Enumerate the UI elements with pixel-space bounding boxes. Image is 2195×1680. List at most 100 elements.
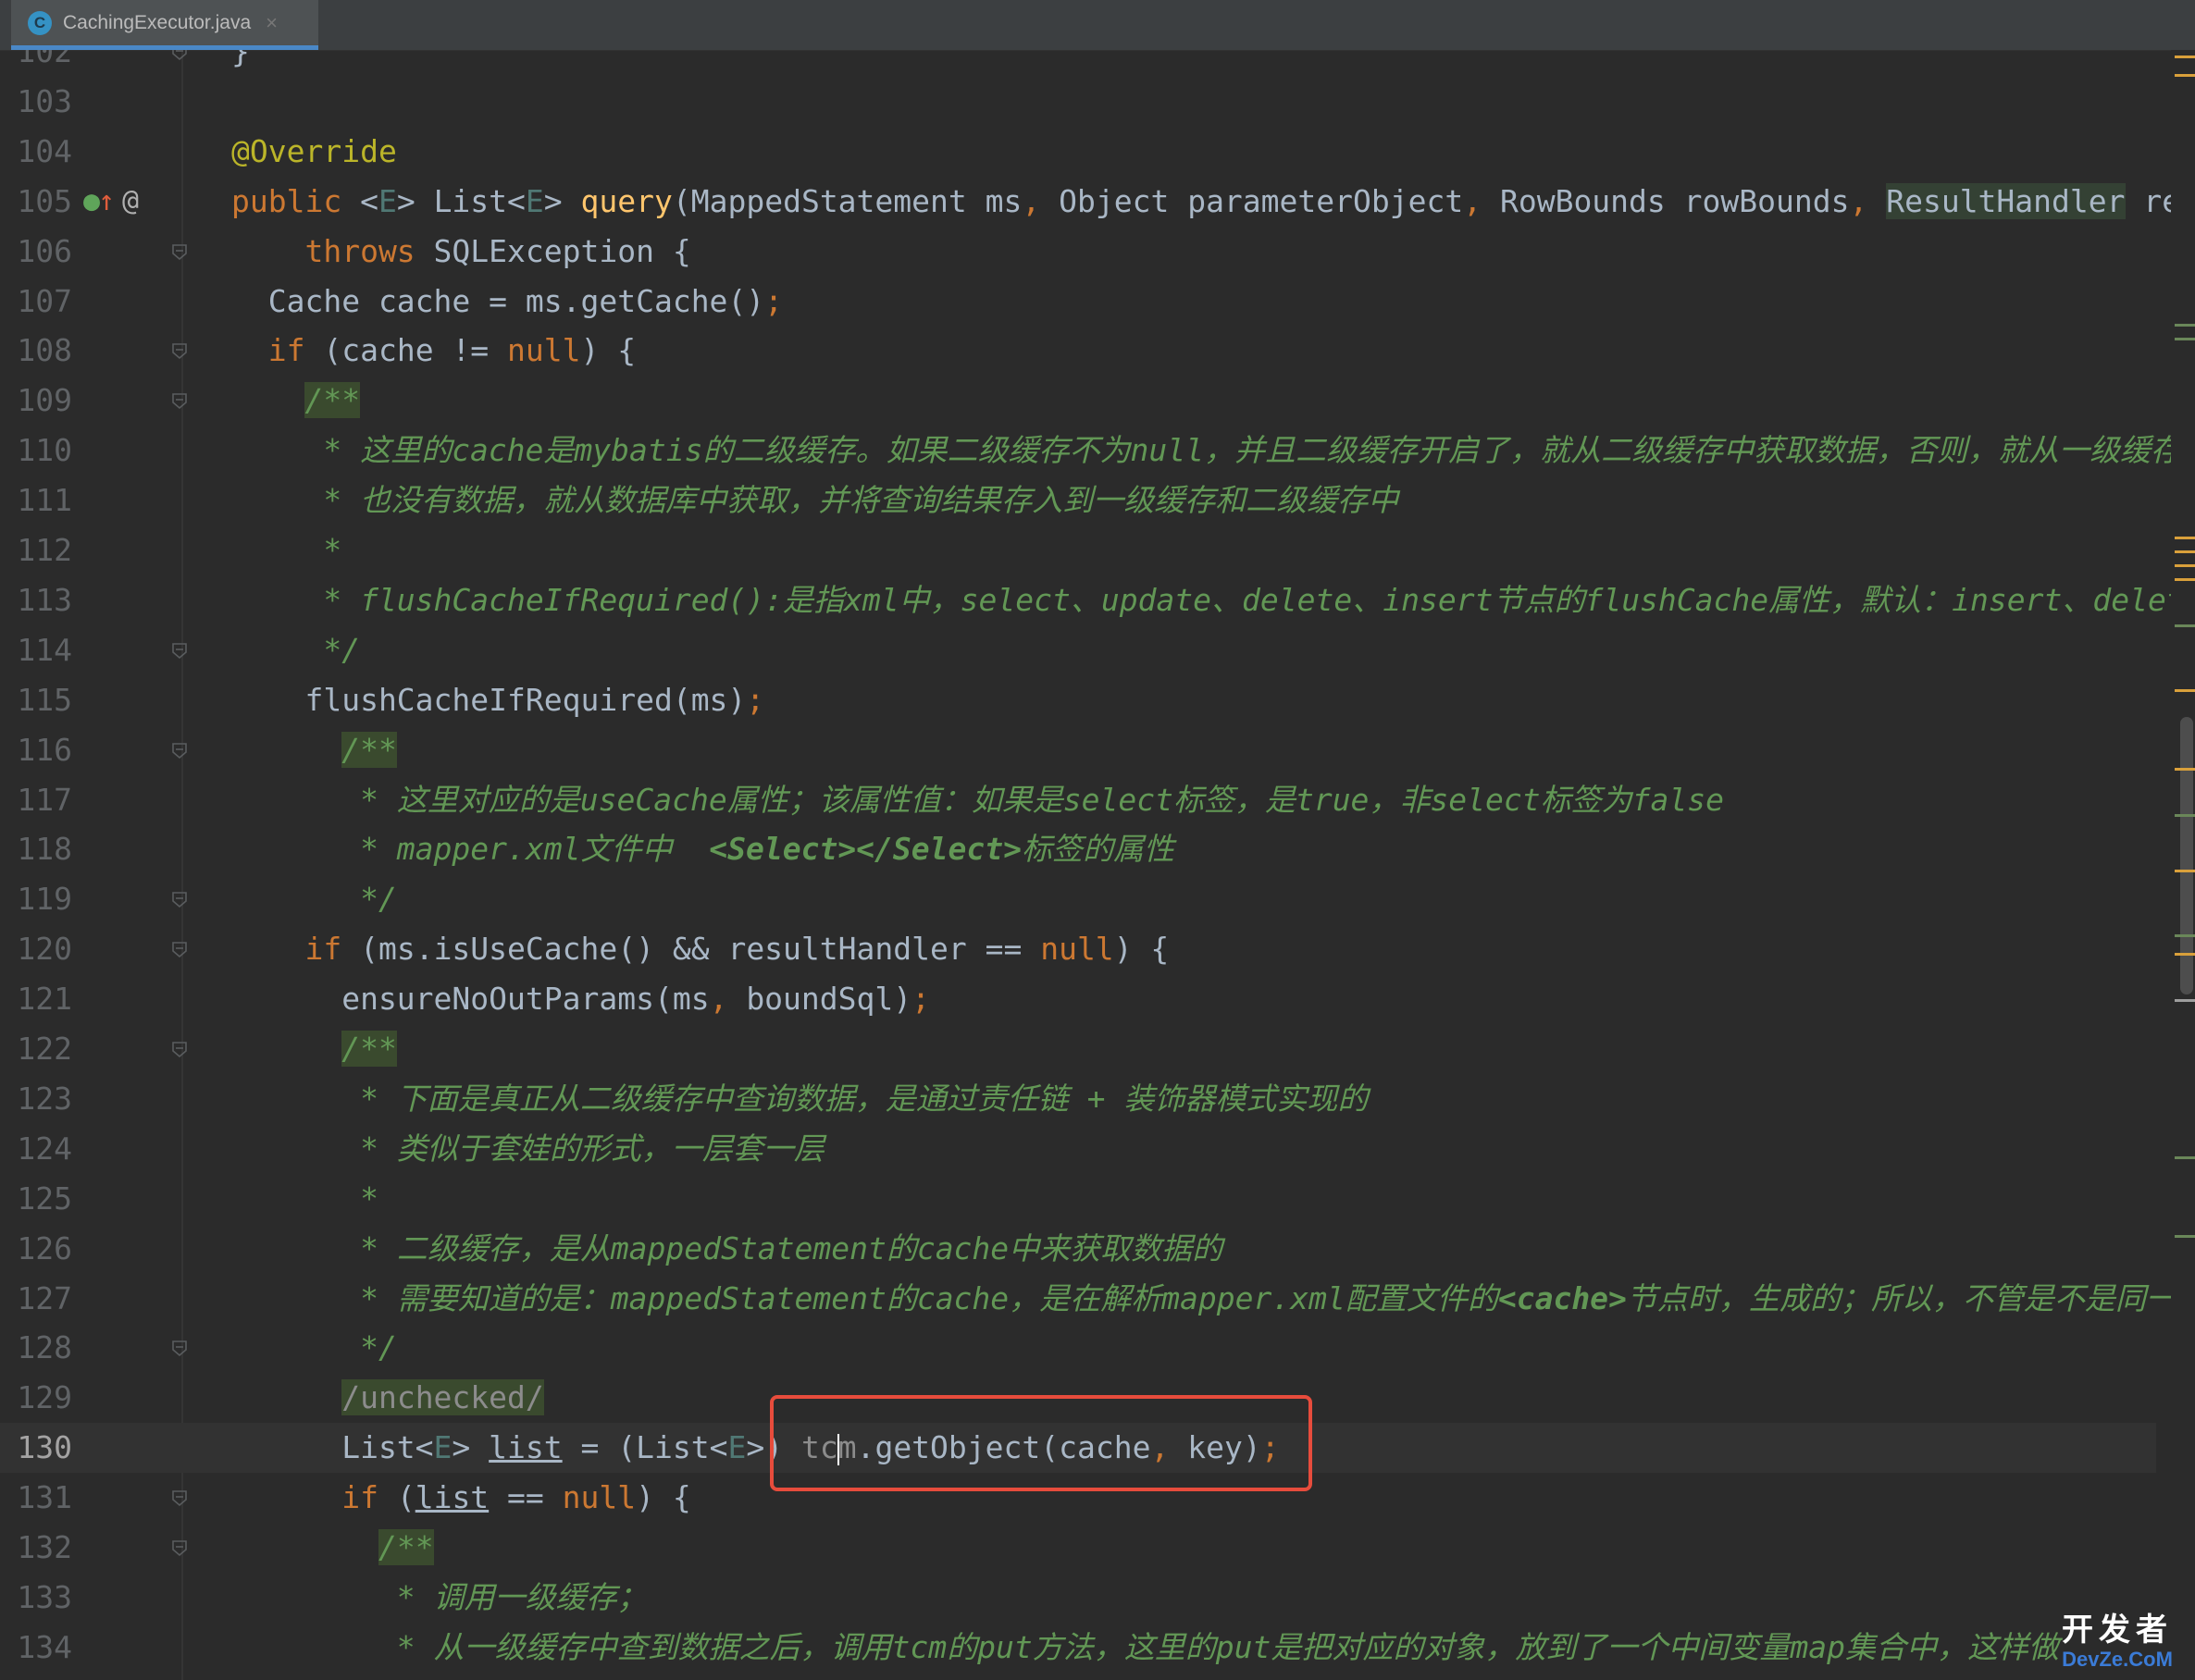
line-number[interactable]: 130 [0,1423,72,1473]
code-line[interactable]: 104 @Override [0,127,2156,177]
code-text[interactable]: /unchecked/ [231,1373,544,1423]
line-number[interactable]: 105 [0,177,72,227]
line-number[interactable]: 133 [0,1573,72,1623]
code-line[interactable]: 117 * 这里对应的是useCache属性；该属性值：如果是select标签，… [0,775,2156,825]
line-number[interactable]: 128 [0,1323,72,1373]
stripe-marker[interactable] [2175,689,2195,692]
code-line[interactable]: 113 * flushCacheIfRequired():是指xml中，sele… [0,575,2195,625]
line-number[interactable]: 120 [0,924,72,974]
code-line[interactable]: 119 */ [0,874,2156,924]
fold-marker-icon[interactable] [170,1040,189,1058]
code-line[interactable]: 126 * 二级缓存，是从mappedStatement的cache中来获取数据… [0,1224,2156,1274]
annotation-at-icon[interactable]: @ [122,177,139,227]
stripe-marker[interactable] [2175,564,2195,567]
code-text[interactable]: * flushCacheIfRequired():是指xml中，select、u… [231,575,2195,625]
stripe-marker[interactable] [2175,624,2195,627]
line-number[interactable]: 116 [0,725,72,775]
code-line[interactable]: 133 * 调用一级缓存； [0,1573,2156,1623]
code-text[interactable]: * 二级缓存，是从mappedStatement的cache中来获取数据的 [231,1224,1222,1274]
code-line[interactable]: 121 ensureNoOutParams(ms, boundSql); [0,974,2156,1024]
code-line[interactable]: 110 * 这里的cache是mybatis的二级缓存。如果二级缓存不为null… [0,426,2195,476]
fold-marker-icon[interactable] [170,1339,189,1357]
fold-marker-icon[interactable] [170,242,189,261]
code-text[interactable]: throws SQLException { [231,227,690,277]
close-icon[interactable]: × [266,11,278,35]
code-text[interactable]: ensureNoOutParams(ms, boundSql); [231,974,930,1024]
tab-caching-executor[interactable]: C CachingExecutor.java × [11,0,318,50]
line-number[interactable]: 109 [0,376,72,426]
stripe-marker[interactable] [2175,74,2195,77]
fold-marker-icon[interactable] [170,1538,189,1557]
stripe-marker[interactable] [2175,537,2195,539]
code-line[interactable]: 107 Cache cache = ms.getCache(); [0,277,2156,327]
fold-marker-icon[interactable] [170,341,189,360]
code-text[interactable]: * 类似于套娃的形式，一层套一层 [231,1124,825,1174]
stripe-marker[interactable] [2175,1156,2195,1159]
code-text[interactable]: * 需要知道的是：mappedStatement的cache，是在解析mappe… [231,1274,2195,1324]
line-number[interactable]: 110 [0,426,72,476]
line-number[interactable]: 131 [0,1473,72,1523]
line-number[interactable]: 112 [0,525,72,575]
code-text[interactable]: */ [231,625,360,675]
line-number[interactable]: 123 [0,1074,72,1124]
code-text[interactable]: * 这里对应的是useCache属性；该属性值：如果是select标签，是tru… [231,775,1724,825]
stripe-marker[interactable] [2175,1235,2195,1238]
code-text[interactable]: * 从一级缓存中查到数据之后，调用tcm的put方法，这里的put是把对应的对象… [231,1623,2059,1673]
code-text[interactable]: if (ms.isUseCache() && resultHandler == … [231,924,1169,974]
code-text[interactable]: @Override [231,127,397,177]
stripe-marker[interactable] [2175,870,2195,872]
code-line[interactable]: 120 if (ms.isUseCache() && resultHandler… [0,924,2156,974]
line-number[interactable]: 117 [0,775,72,825]
implements-arrow-icon[interactable]: ↑ [98,177,115,227]
line-number[interactable]: 107 [0,277,72,327]
code-line[interactable]: 125 * [0,1174,2156,1224]
line-number[interactable]: 103 [0,77,72,127]
code-line[interactable]: 132 /** [0,1523,2156,1573]
code-line[interactable]: 123 * 下面是真正从二级缓存中查询数据，是通过责任链 + 装饰器模式实现的 [0,1074,2156,1124]
code-text[interactable]: /** [231,1523,434,1573]
fold-marker-icon[interactable] [170,940,189,958]
code-line[interactable]: 118 * mapper.xml文件中 <Select></Select>标签的… [0,824,2156,874]
stripe-marker[interactable] [2175,338,2195,340]
fold-marker-icon[interactable] [170,1489,189,1507]
code-line[interactable]: 111 * 也没有数据，就从数据库中获取，并将查询结果存入到一级缓存和二级缓存中 [0,476,2156,525]
line-number[interactable]: 119 [0,874,72,924]
code-line[interactable]: 114 */ [0,625,2156,675]
fold-marker-icon[interactable] [170,50,189,61]
code-text[interactable]: if (cache != null) { [231,326,636,376]
stripe-marker[interactable] [2175,999,2195,1002]
stripe-marker[interactable] [2175,953,2195,956]
fold-marker-icon[interactable] [170,641,189,660]
code-line[interactable]: 112 * [0,525,2156,575]
stripe-marker[interactable] [2175,56,2195,58]
code-text[interactable]: * mapper.xml文件中 <Select></Select>标签的属性 [231,824,1174,874]
line-number[interactable]: 106 [0,227,72,277]
line-number[interactable]: 122 [0,1024,72,1074]
line-number[interactable]: 132 [0,1523,72,1573]
stripe-marker[interactable] [2175,578,2195,581]
code-text[interactable]: flushCacheIfRequired(ms); [231,675,764,725]
code-text[interactable]: */ [231,874,397,924]
code-text[interactable]: if (list == null) { [231,1473,691,1523]
line-number[interactable]: 114 [0,625,72,675]
code-text[interactable]: public <E> List<E> query(MappedStatement… [231,177,2180,227]
code-text[interactable]: * 调用一级缓存； [231,1573,648,1623]
line-number[interactable]: 125 [0,1174,72,1224]
line-number[interactable]: 102 [0,50,72,77]
line-number[interactable]: 129 [0,1373,72,1423]
code-line[interactable]: 124 * 类似于套娃的形式，一层套一层 [0,1124,2156,1174]
stripe-marker[interactable] [2175,550,2195,553]
code-text[interactable]: * [231,525,341,575]
fold-marker-icon[interactable] [170,391,189,410]
code-text[interactable]: /** [231,1024,397,1074]
code-text[interactable]: * 下面是真正从二级缓存中查询数据，是通过责任链 + 装饰器模式实现的 [231,1074,1368,1124]
line-number[interactable]: 111 [0,476,72,525]
line-number[interactable]: 115 [0,675,72,725]
fold-marker-icon[interactable] [170,741,189,760]
line-number[interactable]: 127 [0,1274,72,1324]
line-number[interactable]: 121 [0,974,72,1024]
code-line[interactable]: 115 flushCacheIfRequired(ms); [0,675,2156,725]
line-number[interactable]: 108 [0,326,72,376]
code-text[interactable]: * [231,1174,378,1224]
code-text[interactable]: /** [231,376,361,426]
